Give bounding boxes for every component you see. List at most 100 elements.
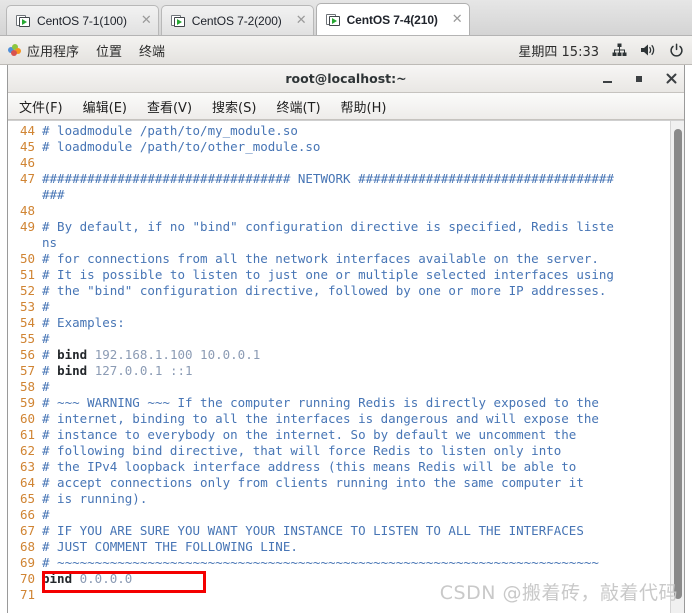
- token-cmt: # It is possible to listen to just one o…: [42, 267, 614, 282]
- tab-close-icon[interactable]: ✕: [452, 13, 463, 26]
- line-number: 67: [19, 523, 35, 538]
- editor-line: 45 # loadmodule /path/to/other_module.so: [8, 139, 670, 155]
- line-content: # the "bind" configuration directive, fo…: [42, 283, 670, 299]
- scrollbar-thumb[interactable]: [674, 129, 682, 599]
- token-cmt: # ~~~ WARNING ~~~ If the computer runnin…: [42, 395, 599, 410]
- line-content: ###: [42, 187, 670, 203]
- panel-left-group: 应用程序 位置 终端: [8, 41, 165, 60]
- token-cmt: #: [42, 331, 50, 346]
- editor-line: 50 # for connections from all the network…: [8, 251, 670, 267]
- line-number: 48: [19, 203, 35, 218]
- line-number: 57: [19, 363, 35, 378]
- editor-area: 44 # loadmodule /path/to/my_module.so 45 # …: [8, 120, 684, 613]
- line-number: [8, 187, 42, 203]
- token-cmt: ns: [42, 235, 58, 250]
- line-content: # loadmodule /path/to/my_module.so: [42, 123, 670, 139]
- token-cmt: # ~~~~~~~~~~~~~~~~~~~~~~~~~~~~~~~~~~~~~~…: [42, 555, 599, 570]
- line-number: 60: [19, 411, 35, 426]
- menu-item-3[interactable]: 查看(V): [144, 95, 195, 118]
- window-titlebar: root@localhost:~: [8, 65, 684, 93]
- editor-line: 65 # is running).: [8, 491, 670, 507]
- line-content: ns: [42, 235, 670, 251]
- tab-close-icon[interactable]: ✕: [296, 14, 307, 27]
- vm-tab-1[interactable]: CentOS 7-1(100) ✕: [6, 5, 159, 35]
- vm-thumbnail-icon: [325, 13, 341, 27]
- window-title: root@localhost:~: [285, 71, 407, 86]
- line-number: 71: [19, 587, 35, 602]
- editor-line: 48: [8, 203, 670, 219]
- panel-menu-places[interactable]: 位置: [96, 41, 122, 60]
- line-number: 61: [19, 427, 35, 442]
- tab-close-icon[interactable]: ✕: [141, 14, 152, 27]
- line-number: 64: [19, 475, 35, 490]
- editor-line: 57 # bind 127.0.0.1 ::1: [8, 363, 670, 379]
- line-number: 46: [19, 155, 35, 170]
- editor-text[interactable]: 44 # loadmodule /path/to/my_module.so 45 # …: [8, 121, 670, 613]
- vm-tab-2[interactable]: CentOS 7-2(200) ✕: [160, 5, 314, 35]
- line-content: # bind 192.168.1.100 10.0.0.1: [42, 347, 670, 363]
- line-content: ################################# NETWOR…: [42, 171, 670, 187]
- line-number: 59: [19, 395, 35, 410]
- line-content: [42, 587, 670, 603]
- token-cmt: # following bind directive, that will fo…: [42, 443, 562, 458]
- line-number: 47: [19, 171, 35, 186]
- line-content: # for connections from all the network i…: [42, 251, 670, 267]
- terminal-window: root@localhost:~ 文件(F) 编辑(E) 查看(V) 搜索(S) 终端(…: [7, 65, 685, 613]
- menu-item-6[interactable]: 帮助(H): [338, 95, 390, 118]
- line-content: [42, 155, 670, 171]
- editor-line: 47 ################################# NETW…: [8, 171, 670, 187]
- token-cmt: # JUST COMMENT THE FOLLOWING LINE.: [42, 539, 298, 554]
- network-icon[interactable]: [612, 43, 627, 57]
- token-hash: ################################# NETWOR…: [42, 171, 614, 186]
- minimize-button[interactable]: [600, 72, 614, 86]
- token-cmt: # instance to everybody on the internet.…: [42, 427, 577, 442]
- volume-icon[interactable]: [640, 43, 656, 57]
- editor-scrollbar[interactable]: [670, 121, 684, 613]
- token-cmt: # is running).: [42, 491, 148, 506]
- vm-tab-3[interactable]: CentOS 7-4(210) ✕: [315, 3, 470, 35]
- token-kw: bind: [57, 347, 88, 362]
- menu-item-1[interactable]: 文件(F): [16, 95, 66, 118]
- editor-line: 62 # following bind directive, that will …: [8, 443, 670, 459]
- line-content: # instance to everybody on the internet.…: [42, 427, 670, 443]
- editor-line: 69 # ~~~~~~~~~~~~~~~~~~~~~~~~~~~~~~~~~~~~…: [8, 555, 670, 571]
- line-content: # following bind directive, that will fo…: [42, 443, 670, 459]
- line-content: # ~~~ WARNING ~~~ If the computer runnin…: [42, 395, 670, 411]
- token-cmt: # internet, binding to all the interface…: [42, 411, 599, 426]
- token-kw: bind: [57, 363, 88, 378]
- menu-item-2[interactable]: 编辑(E): [80, 95, 130, 118]
- editor-line: 44 # loadmodule /path/to/my_module.so: [8, 123, 670, 139]
- menu-item-4[interactable]: 搜索(S): [209, 95, 259, 118]
- editor-line: 59 # ~~~ WARNING ~~~ If the computer runn…: [8, 395, 670, 411]
- line-number: 55: [19, 331, 35, 346]
- panel-clock[interactable]: 星期四 15:33: [518, 41, 599, 60]
- editor-line: 46: [8, 155, 670, 171]
- panel-menu-applications[interactable]: 应用程序: [8, 41, 79, 60]
- editor-line: 70 bind 0.0.0.0: [8, 571, 670, 593]
- vm-tab-label: CentOS 7-4(210): [346, 12, 438, 27]
- panel-menu-terminal[interactable]: 终端: [139, 41, 165, 60]
- maximize-button[interactable]: [632, 72, 646, 86]
- vm-thumbnail-icon: [170, 14, 186, 28]
- editor-line: 67 # IF YOU ARE SURE YOU WANT YOUR INSTAN…: [8, 523, 670, 539]
- token-num: 192.168.1.100 10.0.0.1: [87, 347, 261, 362]
- terminal-menubar: 文件(F) 编辑(E) 查看(V) 搜索(S) 终端(T) 帮助(H): [8, 93, 684, 120]
- line-content: # is running).: [42, 491, 670, 507]
- maximize-icon: [636, 75, 642, 82]
- line-content: # IF YOU ARE SURE YOU WANT YOUR INSTANCE…: [42, 523, 670, 539]
- editor-line: 54 # Examples:: [8, 315, 670, 331]
- line-number: 45: [19, 139, 35, 154]
- token-kw: bind: [42, 571, 73, 586]
- menu-item-5[interactable]: 终端(T): [273, 95, 323, 118]
- panel-applications-label: 应用程序: [27, 44, 80, 60]
- line-content: # bind 127.0.0.1 ::1: [42, 363, 670, 379]
- editor-line: 49 # By default, if no "bind" configurati…: [8, 219, 670, 235]
- editor-line: 55 #: [8, 331, 670, 347]
- line-content: # accept connections only from clients r…: [42, 475, 670, 491]
- line-number: [8, 235, 42, 251]
- close-button[interactable]: [664, 72, 678, 86]
- line-content: # By default, if no "bind" configuration…: [42, 219, 670, 235]
- power-icon[interactable]: [669, 43, 684, 58]
- line-number: 51: [19, 267, 35, 282]
- line-content: #: [42, 379, 670, 395]
